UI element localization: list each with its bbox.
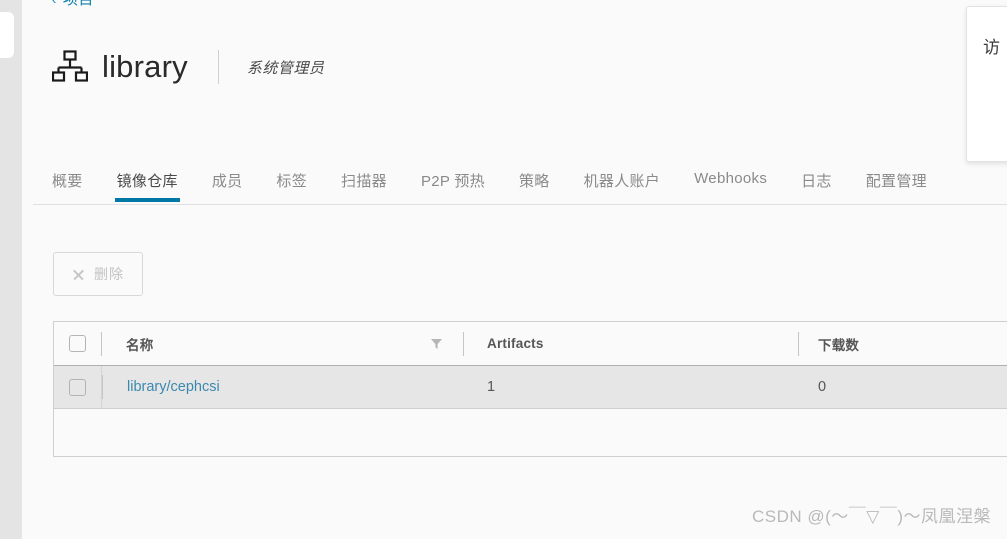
watermark: CSDN @(～￣▽￣)～凤凰涅槃: [751, 507, 991, 526]
breadcrumb-label: 项目: [63, 0, 94, 8]
breadcrumb[interactable]: ‹ 项目: [52, 0, 94, 9]
row-select-cell: [54, 378, 101, 396]
page-header: library 系统管理员: [52, 42, 324, 92]
row-cell-artifacts: 1: [463, 366, 798, 408]
row-cell-downloads: 0: [798, 366, 1007, 408]
tab-members[interactable]: 成员: [212, 170, 243, 201]
top-right-popup-panel[interactable]: 访: [966, 6, 1007, 162]
repositories-table: 名称 Artifacts 下载数 library/cephcsi 1 0: [53, 321, 1007, 457]
column-header-artifacts-label: Artifacts: [487, 336, 544, 351]
row-select-checkbox[interactable]: [69, 378, 86, 396]
delete-button[interactable]: 删除: [53, 252, 143, 296]
table-footer: [54, 409, 1007, 456]
artifacts-count: 1: [487, 379, 496, 395]
rail-collapse-handle[interactable]: [0, 12, 14, 58]
title-divider: [217, 50, 219, 84]
action-bar: 删除: [53, 252, 143, 296]
select-all-cell: [54, 335, 101, 352]
column-header-downloads-label: 下载数: [818, 337, 860, 353]
tab-labels[interactable]: 标签: [276, 170, 307, 201]
column-header-downloads[interactable]: 下载数: [798, 322, 1007, 365]
page-title: library: [102, 49, 188, 84]
role-label: 系统管理员: [246, 59, 325, 77]
column-header-artifacts[interactable]: Artifacts: [463, 322, 798, 365]
tab-scanner[interactable]: 扫描器: [341, 170, 387, 201]
column-header-name[interactable]: 名称: [101, 322, 463, 365]
column-header-name-label: 名称: [126, 337, 154, 353]
delete-button-label: 删除: [94, 266, 124, 282]
table-row[interactable]: library/cephcsi 1 0: [54, 366, 1007, 409]
select-all-checkbox[interactable]: [69, 335, 86, 352]
tab-webhooks[interactable]: Webhooks: [694, 170, 767, 197]
tab-logs[interactable]: 日志: [801, 170, 832, 201]
chevron-left-icon: ‹: [52, 0, 57, 7]
tab-robot-accounts[interactable]: 机器人账户: [584, 170, 661, 201]
harbor-project-page: ‹ 项目 library 系统管理员 概要 镜像仓库 成员 标签 扫描器 P2P …: [0, 0, 1007, 539]
table-header-row: 名称 Artifacts 下载数: [54, 322, 1007, 366]
repository-link[interactable]: library/cephcsi: [127, 379, 220, 395]
tab-policy[interactable]: 策略: [519, 170, 550, 201]
rail-gap: [22, 0, 33, 539]
tab-repositories[interactable]: 镜像仓库: [114, 170, 181, 202]
tab-configuration[interactable]: 配置管理: [866, 170, 927, 201]
left-rail: [0, 0, 22, 539]
project-tab-bar: 概要 镜像仓库 成员 标签 扫描器 P2P 预热 策略 机器人账户 Webhoo…: [33, 170, 1007, 205]
hierarchy-icon: [52, 50, 88, 82]
popup-panel-text: 访: [983, 38, 1000, 57]
close-x-icon: [72, 268, 85, 281]
row-cell-name: library/cephcsi: [101, 366, 463, 408]
funnel-filter-icon[interactable]: [430, 337, 443, 350]
tab-summary[interactable]: 概要: [52, 170, 83, 201]
tab-p2p-preheat[interactable]: P2P 预热: [421, 170, 485, 201]
downloads-count: 0: [818, 379, 827, 395]
